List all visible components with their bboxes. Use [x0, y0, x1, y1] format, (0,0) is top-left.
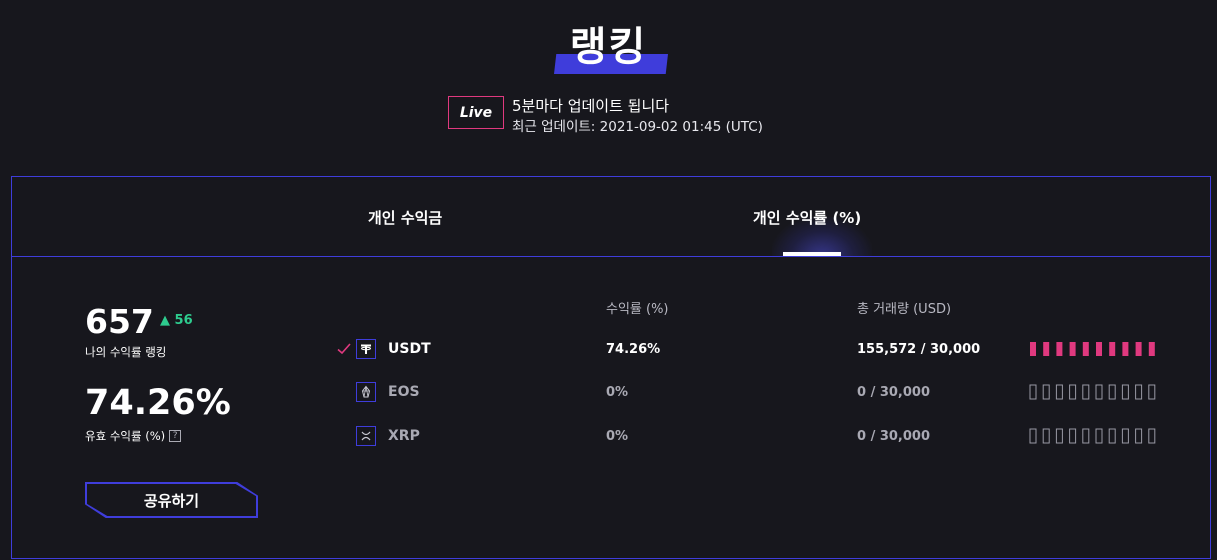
table-row[interactable]: EOS 0% 0 / 30,000 — [12, 378, 1210, 408]
progress-segment — [1042, 384, 1050, 400]
progress-segment — [1095, 384, 1103, 400]
xrp-icon — [356, 426, 376, 446]
ranking-panel: 개인 수익금 개인 수익률 (%) 657 ▲ 56 나의 수익률 랭킹 74.… — [11, 176, 1211, 559]
progress-segment — [1043, 342, 1050, 356]
progress-segment — [1082, 384, 1090, 400]
progress-segment — [1055, 384, 1063, 400]
progress-segment — [1148, 342, 1155, 356]
progress-segment — [1095, 428, 1103, 444]
progress-segment — [1122, 342, 1129, 356]
table-row[interactable]: USDT 74.26% 155,572 / 30,000 — [12, 335, 1210, 365]
coin-volume: 0 / 30,000 — [857, 385, 931, 400]
progress-segment — [1109, 342, 1116, 356]
progress-segment — [1135, 384, 1143, 400]
progress-segment — [1135, 428, 1143, 444]
volume-progress-bar — [1029, 428, 1169, 444]
coin-roi: 0% — [606, 385, 629, 400]
check-icon — [337, 343, 351, 355]
share-button-label: 공유하기 — [87, 484, 256, 516]
progress-segment — [1029, 428, 1037, 444]
page-header: 랭킹 — [0, 14, 1217, 78]
progress-segment — [1148, 428, 1156, 444]
progress-segment — [1108, 428, 1116, 444]
tab-personal-profit[interactable]: 개인 수익금 — [368, 207, 442, 228]
volume-progress-bar — [1029, 384, 1169, 400]
progress-segment — [1056, 342, 1063, 356]
coin-name: XRP — [388, 428, 420, 444]
share-button[interactable]: 공유하기 — [85, 482, 258, 518]
eos-icon — [356, 382, 376, 402]
tab-bar: 개인 수익금 개인 수익률 (%) — [12, 177, 1210, 257]
coin-name: EOS — [388, 384, 420, 400]
progress-segment — [1121, 384, 1129, 400]
page-title: 랭킹 — [569, 24, 648, 70]
progress-segment — [1096, 342, 1102, 356]
progress-segment — [1082, 428, 1090, 444]
coin-name: USDT — [388, 341, 431, 357]
coin-volume: 0 / 30,000 — [857, 429, 931, 444]
progress-segment — [1042, 428, 1050, 444]
table-row[interactable]: XRP 0% 0 / 30,000 — [12, 422, 1210, 452]
progress-segment — [1108, 384, 1116, 400]
rank-change-badge: ▲ 56 — [160, 313, 193, 328]
update-interval-text: 5분마다 업데이트 됩니다 — [512, 97, 670, 115]
volume-progress-bar — [1029, 341, 1169, 357]
column-header-roi: 수익률 (%) — [606, 302, 669, 317]
progress-segment — [1148, 384, 1156, 400]
progress-segment — [1069, 428, 1077, 444]
coin-roi: 74.26% — [606, 342, 661, 357]
progress-segment — [1069, 384, 1077, 400]
progress-segment — [1121, 428, 1129, 444]
progress-segment — [1069, 342, 1076, 356]
coin-roi: 0% — [606, 429, 629, 444]
progress-segment — [1135, 342, 1142, 356]
live-badge: Live — [448, 96, 504, 129]
tab-personal-roi[interactable]: 개인 수익률 (%) — [753, 207, 861, 228]
column-header-volume: 총 거래량 (USD) — [857, 302, 952, 317]
last-update-text: 최근 업데이트: 2021-09-02 01:45 (UTC) — [512, 119, 763, 135]
coin-volume: 155,572 / 30,000 — [857, 342, 981, 357]
progress-segment — [1030, 342, 1036, 356]
tab-active-indicator — [783, 252, 841, 256]
tether-icon — [356, 339, 376, 359]
progress-segment — [1029, 384, 1037, 400]
progress-segment — [1055, 428, 1063, 444]
progress-segment — [1082, 342, 1089, 356]
